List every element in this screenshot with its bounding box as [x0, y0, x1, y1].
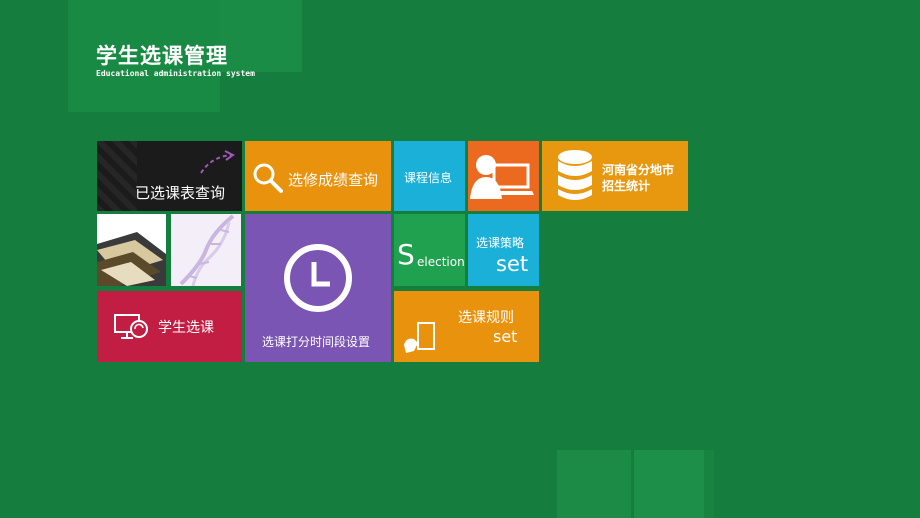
background-panel — [634, 450, 704, 518]
background-panel — [704, 450, 714, 518]
tile-strategy-set[interactable]: 选课策略 set — [468, 214, 539, 286]
tile-dna-image[interactable] — [171, 214, 241, 286]
tile-label: 选课策略 — [476, 236, 525, 250]
tile-label: 选修成绩查询 — [288, 171, 379, 189]
tile-user-profile[interactable] — [468, 141, 539, 211]
database-icon — [558, 150, 592, 200]
hand-phone-icon — [404, 322, 435, 353]
user-laptop-icon — [470, 155, 534, 199]
tile-label: 学生选课 — [158, 320, 214, 336]
background-panel — [220, 0, 302, 72]
tile-rules-set[interactable]: 选课规则 set — [394, 291, 539, 362]
clock-icon — [284, 244, 352, 312]
tile-label: 已选课表查询 — [135, 184, 226, 202]
tile-grade-query[interactable]: 选修成绩查询 — [245, 141, 391, 211]
search-icon — [253, 163, 283, 193]
app-subtitle: Educational administration system — [96, 69, 255, 78]
tile-selected-course-table[interactable]: 已选课表查询 — [97, 141, 242, 211]
tile-label: 课程信息 — [404, 171, 453, 185]
selection-rest-text: election — [417, 255, 465, 269]
selection-big-letter: S — [397, 238, 415, 271]
tile-selection[interactable]: S election — [394, 214, 465, 286]
tile-label: 选课打分时间段设置 — [262, 335, 371, 349]
tile-sub-label: set — [496, 252, 529, 276]
dna-helix-icon — [179, 214, 235, 286]
tile-course-info[interactable]: 课程信息 — [394, 141, 465, 211]
tile-label-line2: 招生统计 — [602, 179, 651, 193]
tile-sub-label: set — [493, 327, 518, 346]
background-panel — [557, 450, 631, 518]
tile-henan-stats[interactable]: 河南省分地市 招生统计 — [542, 141, 688, 211]
tile-time-setting[interactable]: 选课打分时间段设置 — [245, 214, 391, 362]
tile-label: 选课规则 — [458, 310, 514, 326]
monitor-refresh-icon — [114, 314, 148, 339]
tile-label-line1: 河南省分地市 — [602, 163, 675, 177]
pattern-icon — [97, 141, 137, 211]
books-icon — [97, 232, 166, 286]
app-title: 学生选课管理 — [96, 44, 228, 68]
tile-books-image[interactable] — [97, 214, 166, 286]
curved-arrow-icon — [200, 150, 235, 174]
tile-student-select[interactable]: 学生选课 — [97, 291, 242, 362]
